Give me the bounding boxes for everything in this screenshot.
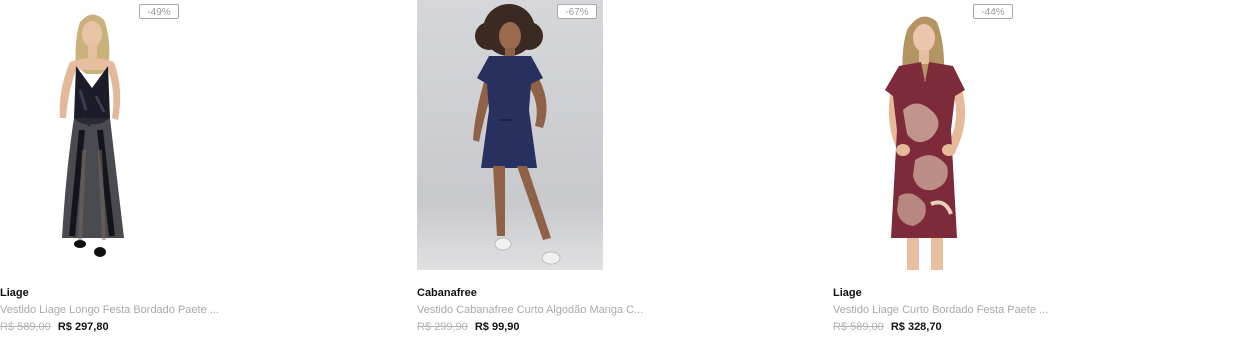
product-grid: -49% Liage Vestido Liage Longo Festa Bor…: [0, 0, 1250, 348]
original-price: R$ 589,00: [0, 321, 51, 333]
navy-tshirt-dress-photo: [417, 0, 603, 270]
sale-price: R$ 297,80: [57, 321, 109, 333]
product-brand[interactable]: Cabanafree: [417, 287, 477, 299]
product-card[interactable]: -44% Liage Vestido Liage Curto Bordado F…: [833, 0, 1223, 348]
product-image[interactable]: [417, 0, 603, 270]
product-prices: R$ 589,00 R$ 297,80: [0, 321, 109, 333]
original-price: R$ 589,00: [833, 321, 884, 333]
product-prices: R$ 589,00 R$ 328,70: [833, 321, 942, 333]
sale-price: R$ 328,70: [890, 321, 942, 333]
discount-badge: -49%: [139, 4, 179, 19]
product-brand[interactable]: Liage: [0, 287, 29, 299]
product-name[interactable]: Vestido Cabanafree Curto Algodão Manga C…: [417, 304, 643, 316]
product-prices: R$ 299,90 R$ 99,90: [417, 321, 519, 333]
product-card[interactable]: -49% Liage Vestido Liage Longo Festa Bor…: [0, 0, 390, 348]
discount-badge: -67%: [557, 4, 597, 19]
product-card[interactable]: -67% Cabanafree Vestido Cabanafree Curto…: [417, 0, 807, 348]
product-name[interactable]: Vestido Liage Curto Bordado Festa Paete …: [833, 304, 1048, 316]
product-image[interactable]: [833, 0, 1019, 270]
product-name[interactable]: Vestido Liage Longo Festa Bordado Paete …: [0, 304, 219, 316]
product-image[interactable]: [0, 0, 186, 270]
discount-badge: -44%: [973, 4, 1013, 19]
product-brand[interactable]: Liage: [833, 287, 862, 299]
long-black-sequin-gown-photo: [0, 0, 186, 270]
burgundy-sequin-short-dress-photo: [833, 0, 1019, 270]
sale-price: R$ 99,90: [474, 321, 520, 333]
original-price: R$ 299,90: [417, 321, 468, 333]
